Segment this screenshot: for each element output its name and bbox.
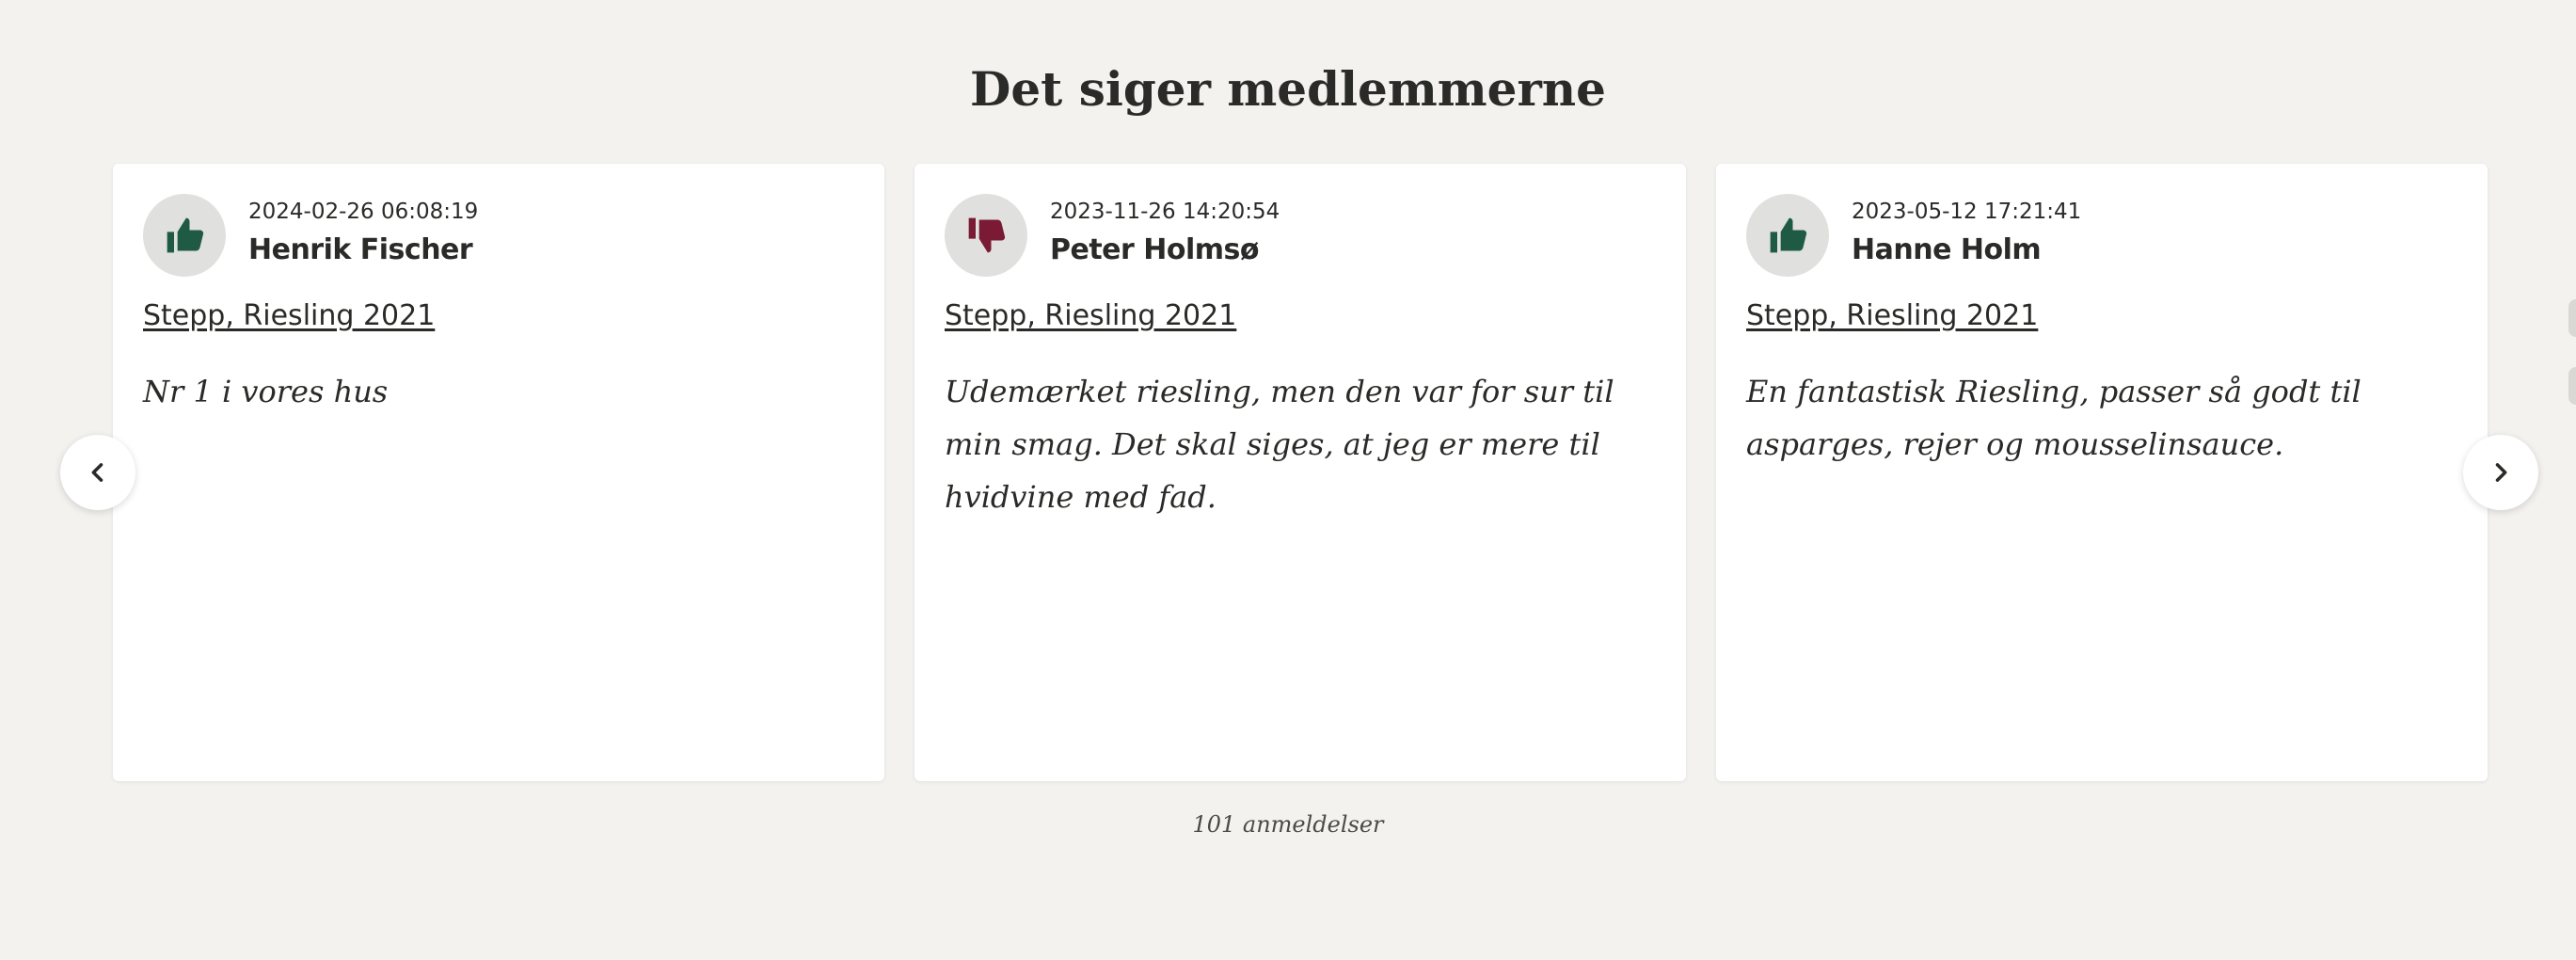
review-card: 2024-02-26 06:08:19 Henrik Fischer Stepp… xyxy=(113,164,884,781)
review-text: Nr 1 i vores hus xyxy=(143,374,389,409)
thumbs-up-icon xyxy=(167,217,204,253)
wine-link[interactable]: Stepp, Riesling 2021 xyxy=(1746,296,2038,337)
next-card-edge xyxy=(2568,299,2576,337)
next-card-edge xyxy=(2568,367,2576,405)
review-text: En fantastisk Riesling, passer så godt t… xyxy=(1746,374,2361,462)
thumbs-down-icon xyxy=(968,217,1006,253)
rating-badge xyxy=(1746,194,1829,277)
review-text: Udemærket riesling, men den var for sur … xyxy=(945,374,1614,515)
rating-badge xyxy=(143,194,226,277)
review-author: Peter Holmsø xyxy=(1050,233,1260,266)
carousel-prev-button[interactable] xyxy=(60,435,135,510)
section-title: Det siger medlemmerne xyxy=(970,61,1606,117)
review-count: 101 anmeldelser xyxy=(1192,811,1384,838)
review-author: Henrik Fischer xyxy=(248,233,473,266)
rating-badge xyxy=(945,194,1027,277)
review-date: 2023-05-12 17:21:41 xyxy=(1852,200,2082,224)
review-card: 2023-11-26 14:20:54 Peter Holmsø Stepp, … xyxy=(914,164,1686,781)
thumbs-up-icon xyxy=(1770,217,1807,253)
carousel-next-button[interactable] xyxy=(2463,435,2538,510)
review-author: Hanne Holm xyxy=(1852,233,2042,266)
chevron-left-icon xyxy=(91,463,103,482)
review-date: 2024-02-26 06:08:19 xyxy=(248,200,479,224)
wine-link[interactable]: Stepp, Riesling 2021 xyxy=(143,296,435,337)
review-card: 2023-05-12 17:21:41 Hanne Holm Stepp, Ri… xyxy=(1716,164,2488,781)
wine-link[interactable]: Stepp, Riesling 2021 xyxy=(945,296,1236,337)
review-date: 2023-11-26 14:20:54 xyxy=(1050,200,1280,224)
chevron-right-icon xyxy=(2495,463,2507,482)
